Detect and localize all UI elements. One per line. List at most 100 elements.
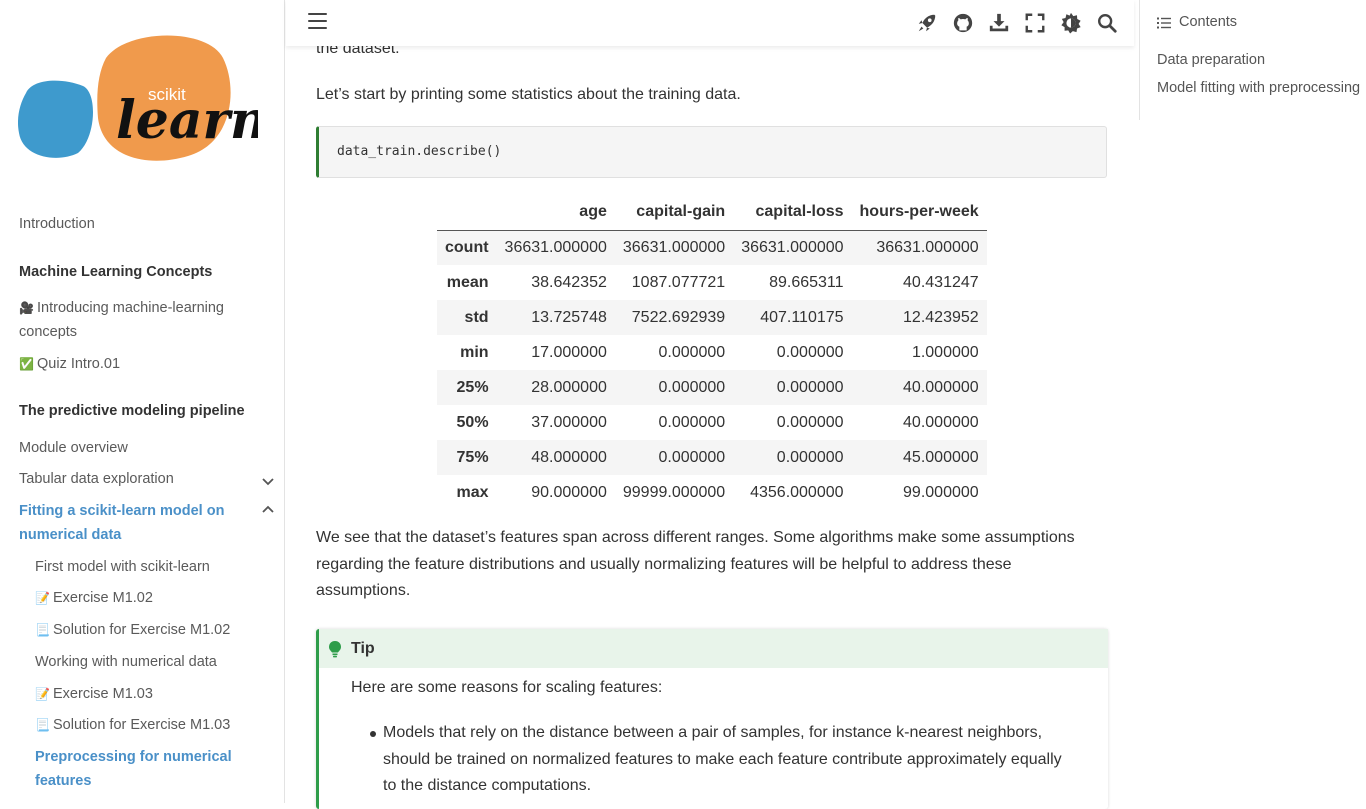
memo-icon: 📝 [35, 591, 50, 605]
table-cell: 36631.000000 [876, 238, 979, 256]
table-cell: 0.000000 [658, 378, 726, 396]
logo-learn-text: learn [116, 90, 258, 151]
sidebar-item-preprocessing-numerical[interactable]: Preprocessing for numerical features [35, 745, 232, 793]
memo-icon: 📝 [35, 687, 50, 701]
toc-title: Contents [1179, 14, 1238, 30]
table-header-cell: age [496, 194, 615, 231]
row-label: max [456, 483, 489, 501]
table-header-cell [437, 194, 497, 231]
theme-icon[interactable] [1060, 12, 1082, 34]
table-cell: 40.000000 [903, 378, 979, 396]
sidebar-item-tabular-data-exploration[interactable]: Tabular data exploration [19, 467, 174, 491]
table-header-cell: hours-per-week [851, 194, 987, 231]
table-cell: 36631.000000 [504, 238, 607, 256]
table-cell: 40.000000 [903, 413, 979, 431]
table-header-cell: capital-loss [733, 194, 852, 231]
row-label: mean [446, 273, 489, 291]
table-cell: 17.000000 [531, 343, 607, 361]
list-icon [1157, 17, 1171, 29]
describe-table: age capital-gain capital-loss hours-per-… [437, 194, 987, 510]
table-row: count 36631.000000 36631.000000 36631.00000… [437, 230, 987, 265]
table-cell: 0.000000 [776, 448, 844, 466]
toc-item-model-fitting[interactable]: Model fitting with preprocessing [1157, 80, 1360, 96]
document-icon: 📃 [35, 718, 50, 732]
sidebar-section-ml-concepts: Machine Learning Concepts [19, 264, 213, 280]
sidebar-item-fitting-sklearn-model[interactable]: Fitting a scikit-learn model on numerical… [19, 499, 224, 547]
table-cell: 13.725748 [531, 308, 607, 326]
table-cell: 45.000000 [903, 448, 979, 466]
table-row: 50% 37.000000 0.000000 0.000000 40.000000 [437, 405, 987, 440]
chevron-down-icon[interactable] [260, 474, 276, 490]
row-label: 25% [456, 378, 489, 396]
table-cell: 99.000000 [903, 483, 979, 501]
table-row: max 90.000000 99999.000000 4356.000000 99.00… [437, 475, 987, 510]
chevron-up-icon[interactable] [260, 502, 276, 518]
toc-panel: Contents Data preparation Model fitting … [1139, 0, 1366, 120]
table-cell: 90.000000 [531, 483, 607, 501]
row-label: 50% [456, 413, 489, 431]
code-cell[interactable]: data_train.describe() [316, 126, 1107, 178]
table-cell: 36631.000000 [622, 238, 726, 256]
bullet-dot [370, 731, 376, 737]
table-cell: 48.000000 [531, 448, 607, 466]
video-camera-icon: 🎥 [19, 301, 34, 315]
table-cell: 0.000000 [658, 448, 726, 466]
sidebar-item-introduction[interactable]: Introduction [19, 212, 95, 236]
table-cell: 1.000000 [911, 343, 979, 361]
table-cell: 40.431247 [903, 273, 979, 291]
table-row: mean 38.642352 1087.077721 89.665311 40.4312… [437, 265, 987, 300]
intro-paragraph: Let’s start by printing some statistics … [316, 86, 741, 103]
scikit-learn-logo[interactable]: scikit learn [18, 28, 258, 163]
toc-item-data-preparation[interactable]: Data preparation [1157, 52, 1265, 68]
table-cell: 38.642352 [531, 273, 607, 291]
sidebar-section-predictive-pipeline: The predictive modeling pipeline [19, 403, 245, 419]
table-cell: 407.110175 [760, 308, 844, 326]
table-cell: 89.665311 [769, 273, 844, 291]
table-row: 75% 48.000000 0.000000 0.000000 45.000000 [437, 440, 987, 475]
table-cell: 0.000000 [658, 343, 726, 361]
table-cell: 36631.000000 [741, 238, 844, 256]
lightbulb-icon [329, 641, 341, 658]
sidebar-item-first-model[interactable]: First model with scikit-learn [35, 555, 210, 579]
list-item: Models that rely on the distance between… [370, 720, 1073, 800]
sidebar-item-solution-m1-02[interactable]: 📃 Solution for Exercise M1.02 [35, 618, 230, 642]
document-icon: 📃 [35, 623, 50, 637]
table-cell: 7522.692939 [631, 308, 726, 326]
search-icon[interactable] [1096, 12, 1118, 34]
table-cell: 0.000000 [776, 413, 844, 431]
table-header-cell: capital-gain [614, 194, 734, 231]
table-cell: 99999.000000 [622, 483, 726, 501]
menu-icon[interactable] [308, 13, 327, 31]
fullscreen-icon[interactable] [1024, 12, 1046, 34]
row-label: 75% [456, 448, 489, 466]
sidebar-item-working-numerical-data[interactable]: Working with numerical data [35, 650, 217, 674]
sidebar-item-exercise-m1-03[interactable]: 📝 Exercise M1.03 [35, 682, 153, 706]
table-row: std 13.725748 7522.692939 407.110175 12.4239… [437, 300, 987, 335]
table-cell: 1087.077721 [631, 273, 726, 291]
code-text: data_train.describe() [337, 144, 502, 159]
sidebar-item-introducing-ml-concepts[interactable]: 🎥 Introducing machine-learning concepts [19, 296, 224, 344]
table-cell: 0.000000 [658, 413, 726, 431]
row-label: min [460, 343, 489, 361]
table-cell: 0.000000 [776, 343, 844, 361]
checkmark-icon: ✅ [19, 357, 34, 371]
sidebar-item-quiz-intro-01[interactable]: ✅ Quiz Intro.01 [19, 352, 120, 376]
table-cell: 12.423952 [903, 308, 979, 326]
table-cell: 37.000000 [531, 413, 607, 431]
row-label: count [445, 238, 489, 256]
table-row: 25% 28.000000 0.000000 0.000000 40.000000 [437, 370, 987, 405]
sidebar-item-exercise-m1-02[interactable]: 📝 Exercise M1.02 [35, 586, 153, 610]
tip-header: Tip [319, 629, 1108, 668]
download-icon[interactable] [988, 12, 1010, 34]
table-cell: 28.000000 [531, 378, 607, 396]
sidebar: scikit learn Introduction Machine Learni… [0, 0, 285, 803]
sidebar-item-module-overview[interactable]: Module overview [19, 436, 128, 460]
github-icon[interactable] [952, 12, 974, 34]
rocket-icon[interactable] [916, 12, 938, 34]
tip-intro: Here are some reasons for scaling featur… [351, 679, 663, 696]
tip-admonition: Tip Here are some reasons for scaling fe… [316, 629, 1108, 809]
sidebar-item-solution-m1-03[interactable]: 📃 Solution for Exercise M1.03 [35, 713, 230, 737]
tip-title: Tip [351, 640, 375, 657]
table-cell: 0.000000 [776, 378, 844, 396]
table-row: min 17.000000 0.000000 0.000000 1.000000 [437, 335, 987, 370]
